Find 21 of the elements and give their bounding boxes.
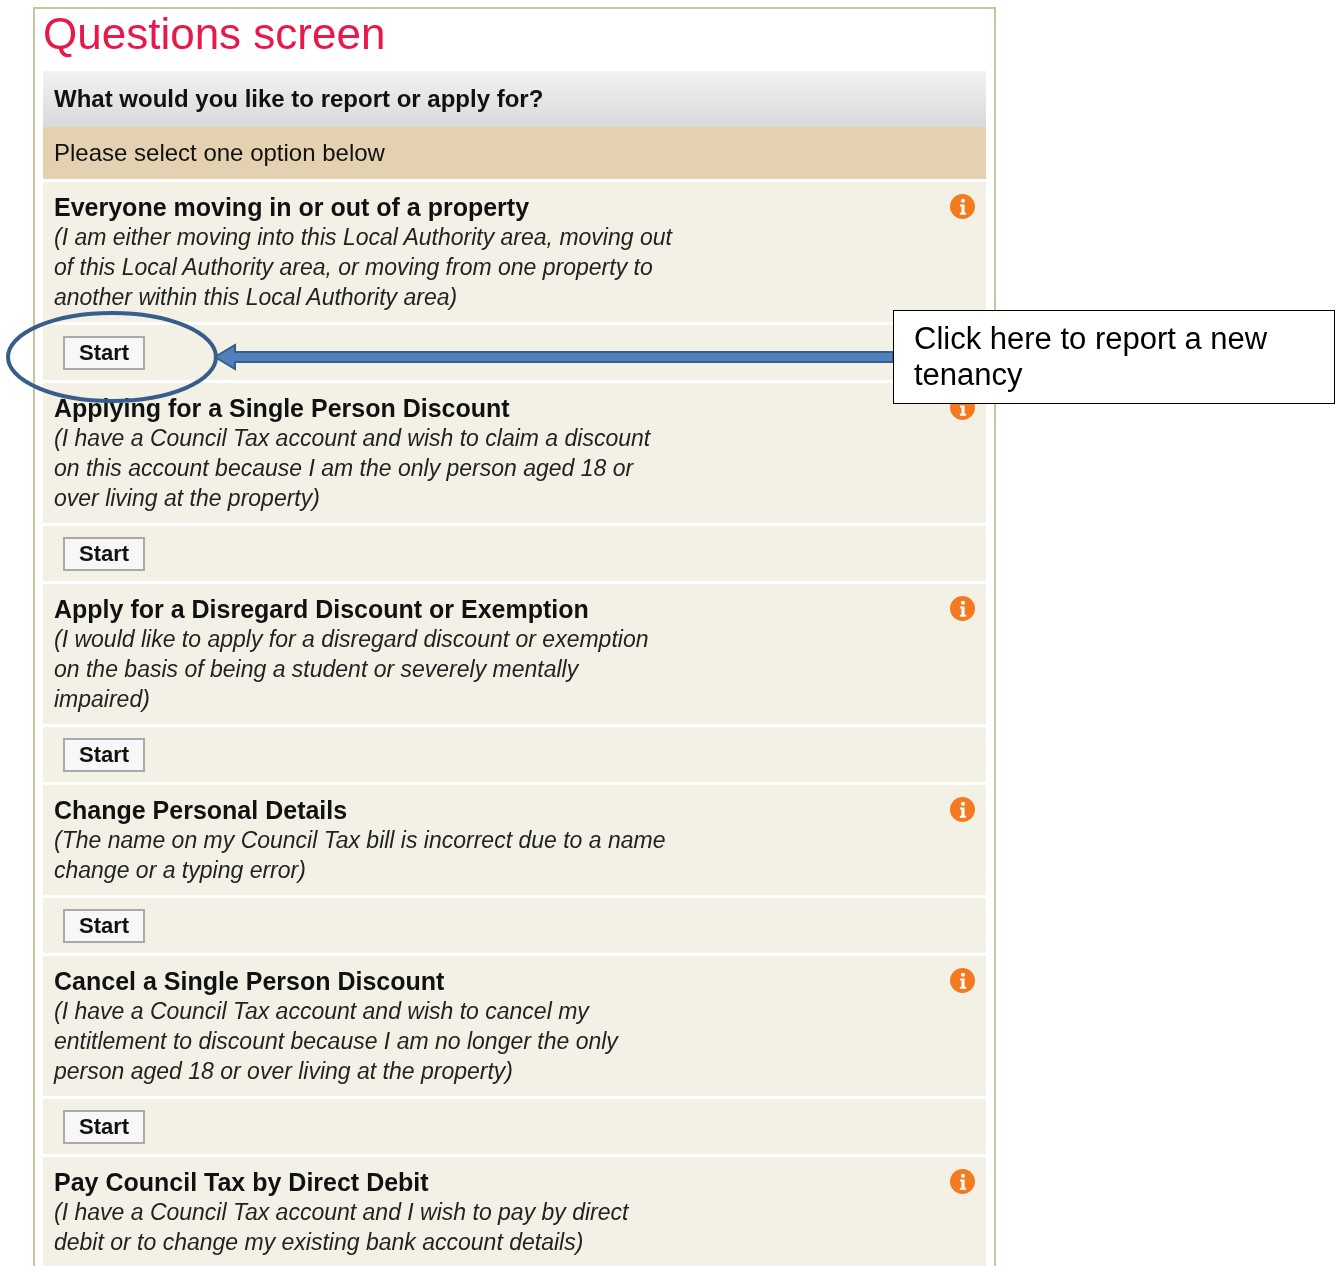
option-heading: Change Personal Details	[54, 795, 349, 825]
option-description: (I have a Council Tax account and wish to claim a discount on this account because I am the only person aged 18 or over living at the property)	[54, 424, 652, 513]
start-button[interactable]: Start	[63, 737, 146, 772]
start-button[interactable]: Start	[63, 335, 146, 370]
option-description: (The name on my Council Tax bill is incorrect due to a name change or a typing error)	[54, 826, 667, 885]
option-description: (I am either moving into this Local Authority area, moving out of this Local Authority area, or moving from one property to another within this Local Authority area)	[54, 223, 674, 312]
option-heading: Everyone moving in or out of a property	[54, 192, 531, 222]
page-title: Questions screen	[43, 9, 386, 60]
option-description: (I have a Council Tax account and I wish to pay by direct debit or to change my existing bank account details)	[54, 1198, 630, 1257]
callout-tooltip: Click here to report a new tenancy	[893, 310, 1335, 404]
option-description: (I would like to apply for a disregard discount or exemption on the basis of being a student or severely mentally impaired)	[54, 625, 650, 714]
instruction-bar: Please select one option below	[43, 127, 986, 182]
option-heading: Applying for a Single Person Discount	[54, 393, 511, 423]
start-button[interactable]: Start	[63, 1109, 146, 1144]
option-heading: Pay Council Tax by Direct Debit	[54, 1167, 430, 1197]
option-heading: Cancel a Single Person Discount	[54, 966, 446, 996]
question-header: What would you like to report or apply for?	[43, 71, 986, 127]
option-heading: Apply for a Disregard Discount or Exemption	[54, 594, 590, 624]
start-button[interactable]: Start	[63, 908, 146, 943]
start-button[interactable]: Start	[63, 536, 146, 571]
option-description: (I have a Council Tax account and wish to cancel my entitlement to discount because I am no longer the only person aged 18 or over living at the property)	[54, 997, 620, 1086]
